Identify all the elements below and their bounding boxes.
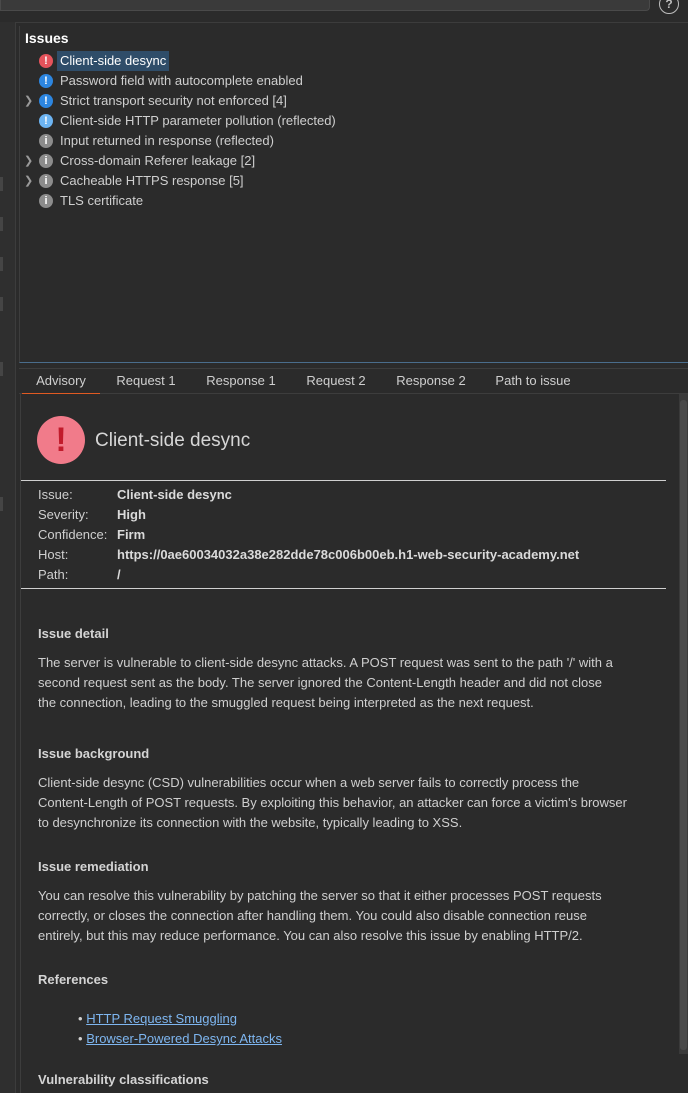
info-icon: i <box>39 134 53 148</box>
advisory-scrollbar[interactable] <box>679 394 688 1054</box>
confidence-value: Firm <box>117 527 146 542</box>
text-line: Client-side desync (CSD) vulnerabilities… <box>38 775 580 790</box>
top-toolbar: ? <box>0 0 688 23</box>
issue-field: Issue: Client-side desync <box>38 485 658 505</box>
medium-severity-icon: ! <box>39 74 53 88</box>
path-key: Path: <box>38 567 69 582</box>
issue-label: Cross-domain Referer leakage [2] <box>60 153 256 168</box>
issue-background-text: Client-side desync (CSD) vulnerabilities… <box>38 773 663 833</box>
high-severity-icon: ! <box>39 54 53 68</box>
tab-request-2[interactable]: Request 2 <box>295 369 377 393</box>
issue-detail-text: The server is vulnerable to client-side … <box>38 653 663 713</box>
panel-handle <box>0 217 3 231</box>
issues-pane: Issues ! Client-side desync ! Password f… <box>19 26 688 363</box>
issue-label: Input returned in response (reflected) <box>60 133 274 148</box>
text-line: entirely, but this may reduce performanc… <box>38 928 583 943</box>
issue-label: TLS certificate <box>60 193 144 208</box>
issue-remediation-text: You can resolve this vulnerability by pa… <box>38 886 663 946</box>
path-field: Path: / <box>38 565 658 585</box>
issues-title: Issues <box>25 30 69 46</box>
issue-row[interactable]: i Input returned in response (reflected) <box>20 131 688 151</box>
high-severity-icon: ! <box>37 416 85 464</box>
chevron-right-icon[interactable]: ❯ <box>24 91 33 111</box>
low-severity-icon: ! <box>39 114 53 128</box>
text-line: The server is vulnerable to client-side … <box>38 655 613 670</box>
scrollbar-thumb[interactable] <box>680 400 687 1050</box>
info-icon: i <box>39 154 53 168</box>
references-heading: References <box>38 972 109 987</box>
reference-link[interactable]: HTTP Request Smuggling <box>86 1011 237 1026</box>
chevron-right-icon[interactable]: ❯ <box>24 151 33 171</box>
confidence-key: Confidence: <box>38 527 108 542</box>
bullet: • <box>78 1031 83 1046</box>
issue-label: Client-side desync <box>57 51 170 71</box>
host-value: https://0ae60034032a38e282dde78c006b00eb… <box>117 547 580 562</box>
issue-row[interactable]: ❯ i Cacheable HTTPS response [5] <box>20 171 688 191</box>
issue-key: Issue: <box>38 487 73 502</box>
bullet: • <box>78 1011 83 1026</box>
panel-handle <box>0 497 3 511</box>
issue-row[interactable]: ! Client-side HTTP parameter pollution (… <box>20 111 688 131</box>
info-icon: i <box>39 174 53 188</box>
text-line: to desynchronize its connection with the… <box>38 815 463 830</box>
issue-value: Client-side desync <box>117 487 232 502</box>
issue-remediation-heading: Issue remediation <box>38 859 149 874</box>
detail-tabs: Advisory Request 1 Response 1 Request 2 … <box>19 369 688 395</box>
issue-label: Client-side HTTP parameter pollution (re… <box>60 113 336 128</box>
issue-label: Strict transport security not enforced [… <box>60 93 287 108</box>
filter-input[interactable] <box>0 0 650 11</box>
tab-path-to-issue[interactable]: Path to issue <box>485 369 581 393</box>
panel-handle <box>0 257 3 271</box>
issue-background-heading: Issue background <box>38 746 150 761</box>
text-line: You can resolve this vulnerability by pa… <box>38 888 602 903</box>
tab-advisory[interactable]: Advisory <box>22 369 100 395</box>
issue-row[interactable]: ❯ i Cross-domain Referer leakage [2] <box>20 151 688 171</box>
issue-list: ! Client-side desync ! Password field wi… <box>20 51 688 211</box>
severity-field: Severity: High <box>38 505 658 525</box>
advisory-panel: ! Client-side desync Issue: Client-side … <box>20 394 679 1093</box>
list-item: • HTTP Request Smuggling <box>78 1009 282 1029</box>
advisory-title: Client-side desync <box>95 430 251 451</box>
issue-label: Cacheable HTTPS response [5] <box>60 173 244 188</box>
tab-response-1[interactable]: Response 1 <box>195 369 287 393</box>
chevron-right-icon[interactable]: ❯ <box>24 171 33 191</box>
reference-link[interactable]: Browser-Powered Desync Attacks <box>86 1031 282 1046</box>
panel-handle <box>0 177 3 191</box>
text-line: the connection, leading to the smuggled … <box>38 695 534 710</box>
confidence-field: Confidence: Firm <box>38 525 658 545</box>
issue-label: Password field with autocomplete enabled <box>60 73 303 88</box>
host-field: Host: https://0ae60034032a38e282dde78c00… <box>38 545 658 565</box>
text-line: Content-Length of POST requests. By expl… <box>38 795 627 810</box>
list-item: • Browser-Powered Desync Attacks <box>78 1029 282 1049</box>
severity-key: Severity: <box>38 507 89 522</box>
issue-row[interactable]: i TLS certificate <box>20 191 688 211</box>
divider <box>21 480 666 481</box>
issue-detail-heading: Issue detail <box>38 626 109 641</box>
divider <box>21 588 666 589</box>
text-line: correctly, or closes the connection afte… <box>38 908 587 923</box>
path-value: / <box>117 567 121 582</box>
references-list: • HTTP Request Smuggling • Browser-Power… <box>78 1009 282 1049</box>
panel-handle <box>0 297 3 311</box>
issue-row[interactable]: ! Password field with autocomplete enabl… <box>20 71 688 91</box>
panel-handle <box>0 362 3 376</box>
issue-row[interactable]: ❯ ! Strict transport security not enforc… <box>20 91 688 111</box>
tab-request-1[interactable]: Request 1 <box>105 369 187 393</box>
tab-response-2[interactable]: Response 2 <box>385 369 477 393</box>
medium-severity-icon: ! <box>39 94 53 108</box>
host-key: Host: <box>38 547 69 562</box>
text-line: second request sent as the body. The ser… <box>38 675 602 690</box>
left-panel-edge[interactable] <box>0 22 16 1093</box>
issue-row[interactable]: ! Client-side desync <box>20 51 688 71</box>
severity-value: High <box>117 507 146 522</box>
info-icon: i <box>39 194 53 208</box>
help-icon[interactable]: ? <box>659 0 679 14</box>
vulnerability-classifications-heading: Vulnerability classifications <box>38 1072 209 1087</box>
